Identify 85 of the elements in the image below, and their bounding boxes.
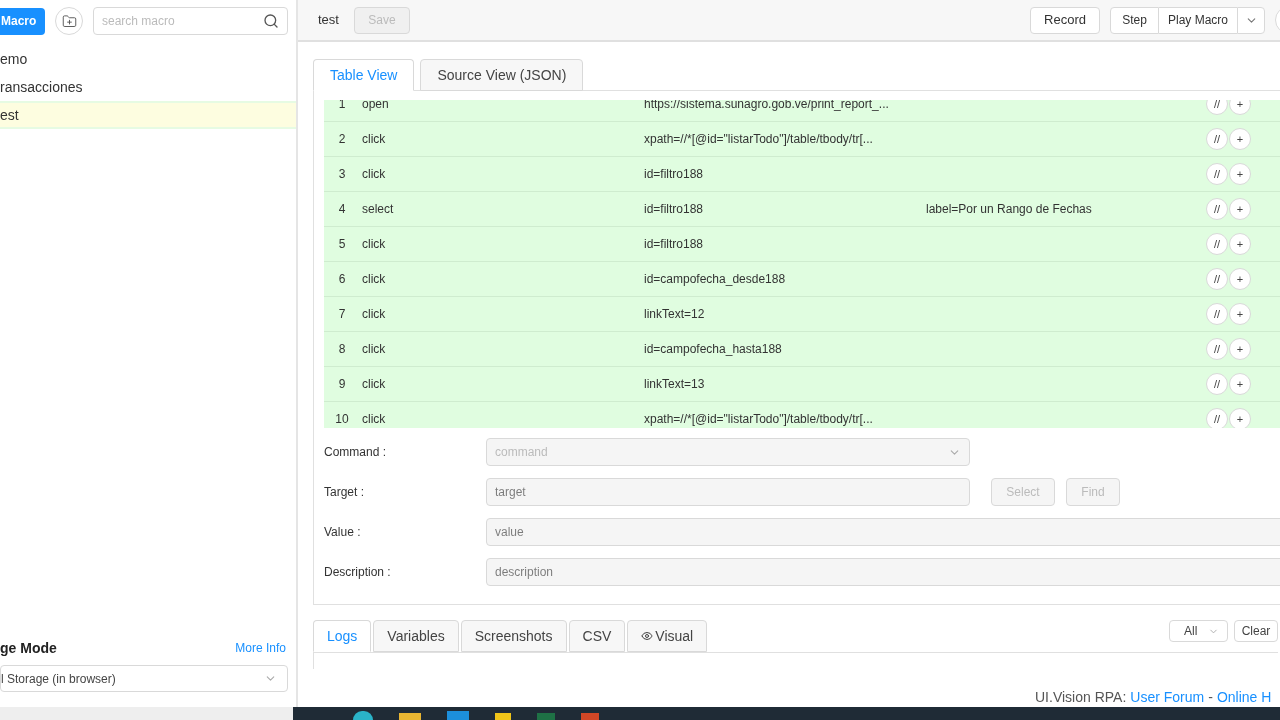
add-button[interactable]: + — [1229, 268, 1251, 290]
comment-button[interactable]: // — [1206, 163, 1228, 185]
row-number: 5 — [337, 236, 347, 253]
target-cell-text: id=campofecha_hasta188 — [644, 341, 783, 358]
app-icon[interactable] — [353, 711, 373, 720]
log-tab[interactable]: Variables — [373, 620, 459, 652]
target-cell-text: id=filtro188 — [644, 166, 705, 183]
command-cell-text: click — [361, 411, 387, 428]
log-tab[interactable]: CSV — [568, 620, 626, 652]
row-number: 9 — [337, 376, 347, 393]
footer-separator: - — [1208, 688, 1213, 707]
dropdown-button[interactable] — [1237, 6, 1265, 34]
spreadsheet-icon[interactable] — [537, 713, 555, 720]
macro-name: test — [318, 11, 339, 30]
comment-button[interactable]: // — [1206, 408, 1228, 428]
folder-plus-icon — [61, 13, 77, 29]
search-icon — [263, 13, 279, 29]
view-tab[interactable]: Source View (JSON) — [420, 59, 584, 91]
row-number: 1 — [337, 100, 347, 113]
comment-button[interactable]: // — [1206, 268, 1228, 290]
comment-button[interactable]: // — [1206, 198, 1228, 220]
command-cell-text: open — [361, 100, 390, 113]
command-cell-text: click — [361, 131, 387, 148]
macro-item[interactable]: emo — [0, 45, 296, 73]
add-button[interactable]: + — [1229, 233, 1251, 255]
target-cell-text: linkText=13 — [644, 376, 706, 393]
command-cell-text: click — [361, 166, 387, 183]
comment-button[interactable]: // — [1206, 100, 1228, 115]
log-filter-select[interactable]: All — [1169, 620, 1228, 642]
taskbar-search-area[interactable] — [0, 707, 293, 720]
log-tab[interactable]: Screenshots — [460, 620, 567, 652]
add-button[interactable]: + — [1229, 338, 1251, 360]
command-cell-text: click — [361, 306, 387, 323]
target-cell-text: https://sistema.sunagro.gob.ve/print_report_... — [644, 100, 890, 113]
search-field[interactable]: search macro — [93, 7, 288, 35]
comment-button[interactable]: // — [1206, 373, 1228, 395]
macro-item[interactable]: est — [0, 101, 296, 129]
macro-item[interactable]: ransacciones — [0, 73, 296, 101]
add-button[interactable]: + — [1229, 373, 1251, 395]
play-macro-button[interactable]: Play Macro — [1159, 6, 1237, 34]
clear-button[interactable]: Clear — [1234, 620, 1278, 642]
target-cell-text: id=campofecha_desde188 — [644, 271, 787, 288]
document-icon[interactable] — [581, 713, 599, 720]
row-number: 10 — [334, 411, 350, 428]
step-button[interactable]: Step — [1110, 6, 1159, 34]
row-number: 3 — [337, 166, 347, 183]
record-button[interactable]: Record — [1030, 6, 1100, 34]
add-button[interactable]: + — [1229, 128, 1251, 150]
command-cell-text: select — [361, 201, 395, 218]
command-cell-text: click — [361, 341, 387, 358]
command-cell-text: click — [361, 236, 387, 253]
storage-mode-title: ge Mode — [0, 638, 57, 658]
target-cell-text: id=filtro188 — [644, 201, 705, 218]
comment-button[interactable]: // — [1206, 233, 1228, 255]
find-button: Find — [1066, 478, 1120, 506]
add-button[interactable]: + — [1229, 408, 1251, 428]
comment-button[interactable]: // — [1206, 303, 1228, 325]
row-number: 4 — [337, 201, 347, 218]
row-number: 6 — [337, 271, 347, 288]
row-number: 8 — [337, 341, 347, 358]
row-number: 2 — [337, 131, 347, 148]
comment-button[interactable]: // — [1206, 128, 1228, 150]
command-cell-text: click — [361, 376, 387, 393]
log-tab[interactable]: Visual — [627, 620, 708, 652]
row-number: 7 — [337, 306, 347, 323]
add-button[interactable]: + — [1229, 198, 1251, 220]
target-cell-text: xpath=//*[@id="listarTodo"]/table/tbody/tr[... — [644, 411, 874, 428]
storage-select[interactable]: l Storage (in browser) — [0, 665, 288, 692]
field-label: Target : — [324, 484, 366, 501]
target-cell-text: id=filtro188 — [644, 236, 705, 253]
folder-icon[interactable] — [399, 713, 421, 720]
field-label: Command : — [324, 444, 388, 461]
field-label: Description : — [324, 564, 392, 581]
eye-icon — [641, 630, 654, 642]
footer-text: UI.Vision RPA: — [1035, 688, 1127, 707]
comment-button[interactable]: // — [1206, 338, 1228, 360]
target-cell-text: linkText=12 — [644, 306, 706, 323]
add-button[interactable]: + — [1229, 163, 1251, 185]
select-button: Select — [991, 478, 1055, 506]
add-button[interactable]: + — [1229, 100, 1251, 115]
add-button[interactable]: + — [1229, 303, 1251, 325]
target-cell-text: xpath=//*[@id="listarTodo"]/table/tbody/tr[... — [644, 131, 874, 148]
value-cell-text: label=Por un Rango de Fechas — [926, 201, 1093, 218]
field-label: Value : — [324, 524, 362, 541]
command-cell-text: click — [361, 271, 387, 288]
